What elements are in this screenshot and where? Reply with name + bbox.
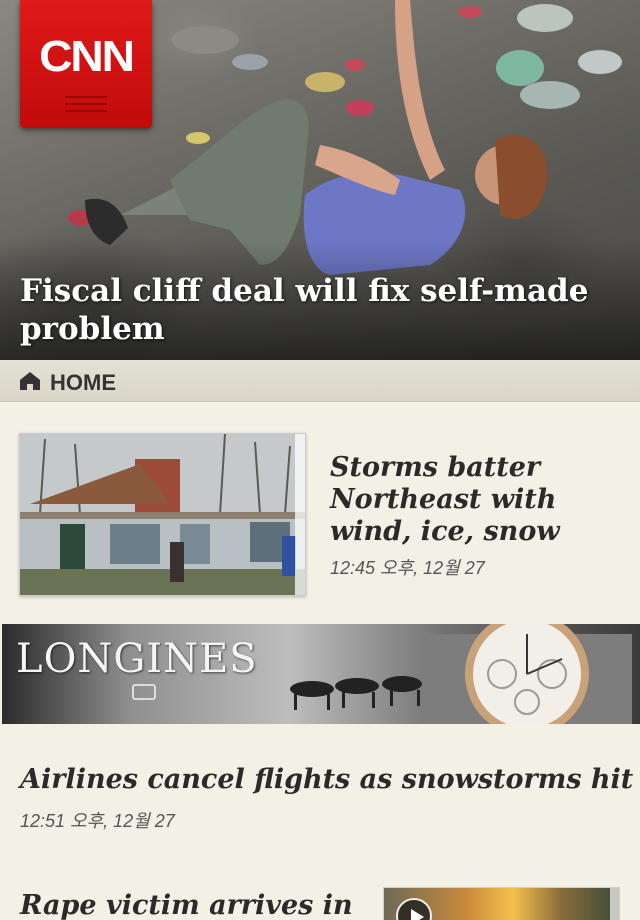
advertisement-banner[interactable]: LONGINES xyxy=(2,624,640,724)
story-timestamp: 12:51 오후, 12월 27 xyxy=(20,811,175,831)
story-title[interactable]: Rape victim arrives in xyxy=(20,890,360,920)
list-item[interactable]: Airlines cancel flights as snowstorms hi… xyxy=(0,724,640,874)
winged-hourglass-icon xyxy=(132,684,156,700)
storm-damage-image xyxy=(20,434,305,595)
story-timestamp: 12:45 오후, 12월 27 xyxy=(330,558,485,578)
story-title[interactable]: Storms batter Northeast with wind, ice, … xyxy=(330,452,630,548)
menu-icon xyxy=(65,96,107,118)
photo-credit xyxy=(610,888,619,920)
section-bar: HOME xyxy=(0,360,640,402)
story-thumbnail[interactable] xyxy=(19,433,306,596)
home-icon xyxy=(20,372,40,390)
watch-image xyxy=(422,624,632,724)
section-title: HOME xyxy=(50,370,116,395)
cnn-logo: CNN xyxy=(39,32,135,81)
story-thumbnail[interactable] xyxy=(383,887,620,920)
hero-headline[interactable]: Fiscal cliff deal will fix self-made pro… xyxy=(20,272,600,348)
list-item[interactable]: Rape victim arrives in xyxy=(0,874,640,920)
ad-brand: LONGINES xyxy=(16,636,258,682)
photo-credit xyxy=(295,434,305,595)
list-item[interactable]: Storms batter Northeast with wind, ice, … xyxy=(0,402,640,622)
play-icon[interactable] xyxy=(396,898,432,920)
story-title[interactable]: Airlines cancel flights as snowstorms hi… xyxy=(20,764,633,796)
cnn-logo-menu-button[interactable]: CNN xyxy=(20,0,152,128)
horse-race-icon xyxy=(290,676,422,710)
